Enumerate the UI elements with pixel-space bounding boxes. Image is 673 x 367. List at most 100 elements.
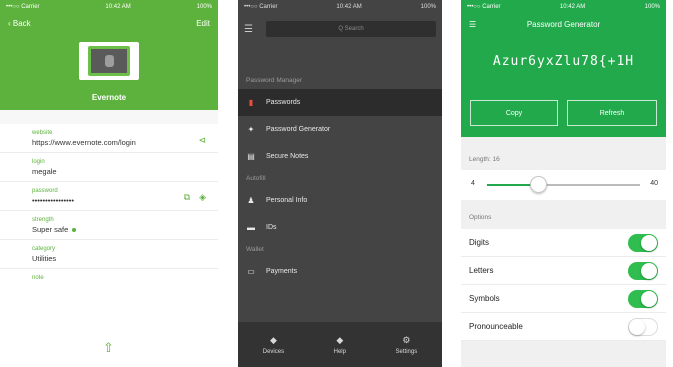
devices-icon: ◆ — [269, 334, 277, 345]
letters-toggle[interactable] — [628, 261, 658, 280]
slider-min-label: 4 — [471, 180, 475, 187]
length-slider-knob[interactable] — [530, 176, 547, 193]
tab-label: Help — [333, 348, 346, 355]
menu-item-secure-notes[interactable]: ▤ Secure Notes — [238, 143, 442, 170]
tab-label: Settings — [395, 348, 418, 355]
back-button[interactable]: ‹ Back — [8, 19, 31, 28]
field-website[interactable]: website https://www.evernote.com/login ⊲ — [0, 124, 218, 153]
refresh-button[interactable]: Refresh — [567, 100, 657, 126]
search-input[interactable]: Q Search — [266, 21, 436, 37]
wand-icon: ✦ — [247, 125, 255, 134]
section-title: Wallet — [246, 246, 264, 253]
side-menu-screen: •••○○ Carrier 10:42 AM 100% ☰ Q Search P… — [238, 0, 442, 367]
field-label: website — [32, 130, 53, 136]
option-label: Digits — [469, 238, 490, 247]
menu-item-password-generator[interactable]: ✦ Password Generator — [238, 116, 442, 143]
menu-item-label: Passwords — [266, 99, 301, 106]
battery-text: 100% — [196, 4, 212, 10]
time-text: 10:42 AM — [105, 4, 131, 10]
password-generator-screen: •••○○ Carrier 10:42 AM 100% ☰ Password G… — [461, 0, 666, 367]
options-list: Digits Letters Symbols Pronounceable — [461, 229, 666, 341]
section-title: Password Manager — [246, 77, 302, 84]
nav-bar: ‹ Back Edit — [0, 14, 218, 32]
back-label: Back — [12, 18, 31, 28]
status-bar: •••○○ Carrier 10:42 AM 100% — [238, 0, 442, 14]
length-slider-track[interactable] — [487, 184, 640, 186]
person-icon: ♟ — [247, 196, 255, 205]
option-letters: Letters — [461, 257, 666, 285]
options-label: Options — [469, 214, 492, 221]
length-label: Length: 16 — [469, 156, 500, 163]
link-icon[interactable]: ⊲ — [198, 135, 206, 146]
time-text: 10:42 AM — [336, 4, 362, 10]
carrier-text: •••○○ Carrier — [244, 4, 278, 10]
slider-max-label: 40 — [650, 180, 658, 187]
field-label: strength — [32, 217, 54, 223]
field-value: https://www.evernote.com/login — [32, 138, 136, 147]
hamburger-menu-icon[interactable]: ☰ — [244, 24, 258, 35]
edit-button[interactable]: Edit — [196, 19, 210, 28]
menu-item-label: IDs — [266, 224, 277, 231]
tab-bar: ◆ Devices ◆ Help ⚙ Settings — [238, 322, 442, 367]
field-password[interactable]: password •••••••••••••••• ⧉ ◈ — [0, 182, 218, 211]
option-symbols: Symbols — [461, 285, 666, 313]
section-title: Autofill — [246, 175, 266, 182]
status-bar: •••○○ Carrier 10:42 AM 100% — [461, 0, 666, 14]
card-icon: ▭ — [247, 267, 255, 276]
menu-item-personal-info[interactable]: ♟ Personal Info — [238, 187, 442, 214]
share-icon[interactable]: ⇧ — [103, 340, 114, 356]
menu-item-payments[interactable]: ▭ Payments — [238, 258, 442, 285]
option-digits: Digits — [461, 229, 666, 257]
field-label: password — [32, 188, 58, 194]
carrier-text: •••○○ Carrier — [467, 4, 501, 10]
generated-password: Azur6yxZlu78{+1H — [492, 54, 635, 69]
menu-item-label: Payments — [266, 268, 298, 275]
pronounceable-toggle[interactable] — [628, 317, 658, 336]
time-text: 10:42 AM — [559, 4, 586, 10]
entry-header: •••○○ Carrier 10:42 AM 100% ‹ Back Edit … — [0, 0, 218, 110]
entry-title: Evernote — [91, 93, 127, 102]
field-value: Super safe — [32, 225, 69, 234]
tab-settings[interactable]: ⚙ Settings — [396, 335, 418, 355]
eye-icon[interactable]: ◈ — [199, 192, 206, 203]
battery-text: 100% — [420, 4, 436, 10]
field-note[interactable]: note — [0, 269, 218, 288]
key-icon: ▮ — [248, 98, 254, 107]
copy-icon[interactable]: ⧉ — [184, 192, 190, 203]
strength-dot-icon — [72, 228, 77, 233]
status-bar: •••○○ Carrier 10:42 AM 100% — [0, 0, 218, 14]
page-title: Password Generator — [526, 19, 601, 29]
copy-button[interactable]: Copy — [470, 100, 558, 126]
tab-devices[interactable]: ◆ Devices — [263, 335, 284, 355]
title-bar: ☰ Password Generator — [461, 14, 666, 34]
entry-detail-screen: •••○○ Carrier 10:42 AM 100% ‹ Back Edit … — [0, 0, 218, 367]
tab-help[interactable]: ◆ Help — [334, 335, 346, 355]
symbols-toggle[interactable] — [628, 289, 658, 308]
field-value: megale — [32, 167, 57, 176]
field-label: category — [32, 246, 56, 252]
generator-header: •••○○ Carrier 10:42 AM 100% ☰ Password G… — [461, 0, 666, 137]
menu-topbar: ☰ Q Search — [238, 14, 442, 44]
menu-item-label: Personal Info — [266, 197, 308, 204]
menu-item-ids[interactable]: ▬ IDs — [238, 214, 442, 241]
help-icon: ◆ — [336, 334, 344, 345]
carrier-text: •••○○ Carrier — [6, 4, 40, 10]
option-pronounceable: Pronounceable — [461, 313, 666, 341]
field-value: Utilities — [32, 254, 57, 263]
field-category[interactable]: category Utilities — [0, 240, 218, 269]
tab-label: Devices — [262, 348, 285, 355]
hamburger-menu-icon[interactable]: ☰ — [469, 20, 491, 29]
gear-icon: ⚙ — [402, 334, 411, 345]
option-label: Pronounceable — [469, 322, 523, 331]
digits-toggle[interactable] — [628, 233, 658, 252]
option-label: Letters — [469, 266, 494, 275]
field-value: •••••••••••••••• — [32, 196, 75, 205]
field-strength: strength Super safe — [0, 211, 218, 240]
field-login[interactable]: login megale — [0, 153, 218, 182]
field-label: login — [32, 159, 45, 165]
option-label: Symbols — [469, 294, 500, 303]
id-card-icon: ▬ — [247, 223, 255, 232]
note-icon: ▤ — [247, 152, 255, 161]
battery-text: 100% — [644, 4, 660, 10]
menu-item-passwords[interactable]: ▮ Passwords — [238, 89, 442, 116]
